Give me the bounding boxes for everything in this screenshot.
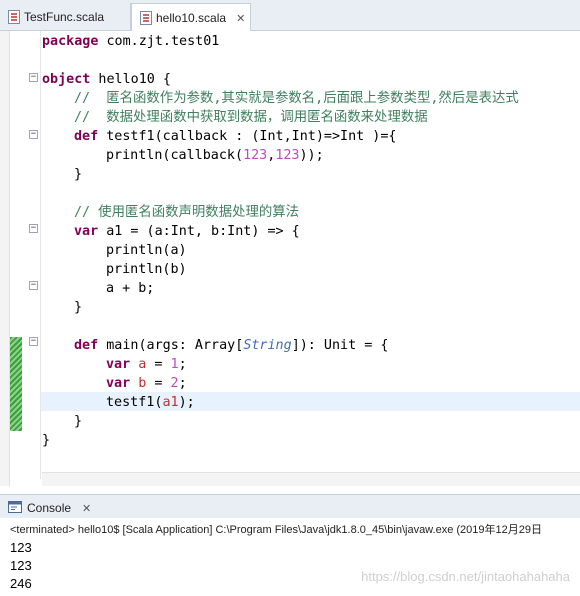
code-line: println(b) [106,262,187,277]
object-name: hello10 { [90,72,171,87]
scala-file-icon [8,10,20,24]
horizontal-scrollbar[interactable] [42,472,580,486]
comment: // 匿名函数作为参数,其实就是参数名,后面跟上参数类型,然后是表达式 [74,91,519,106]
fold-collapse-icon[interactable]: − [29,130,38,139]
code-editor[interactable]: − − − − − package com.zjt.test01 object … [0,31,580,486]
console-line: 123 [10,540,32,555]
code-line: var b = 2; [106,374,187,393]
comment: // 数据处理函数中获取到数据，调用匿名函数来处理数据 [74,110,428,125]
number-literal: 2 [170,376,179,391]
gutter-divider [40,31,41,479]
fold-collapse-icon[interactable]: − [29,73,38,82]
fold-collapse-icon[interactable]: − [29,224,38,233]
keyword: var [74,224,99,239]
fold-collapse-icon[interactable]: − [29,281,38,290]
keyword: def [74,338,99,353]
code-text: testf1(callback : (Int,Int)=>Int )={ [98,129,397,144]
console-icon [8,500,22,516]
code-text: ; [178,376,187,391]
keyword: var [106,376,131,391]
local-variable: a1 [162,395,179,410]
watermark: https://blog.csdn.net/jintaohahahaha [361,569,570,584]
code-text: = [146,357,171,372]
code-line: println(a) [106,243,187,258]
code-line: } [74,300,83,315]
close-icon[interactable]: ✕ [236,12,245,25]
code-line: package com.zjt.test01 [42,32,219,51]
keyword: package [42,34,99,49]
code-line: } [74,414,83,429]
code-line: object hello10 { [42,70,171,89]
code-text: )); [299,148,324,163]
comment: // 使用匿名函数声明数据处理的算法 [74,205,300,220]
code-text: main(args: Array[ [98,338,244,353]
tab-label: hello10.scala [156,11,227,25]
console-line: 246 [10,576,32,591]
console-tab-bar: Console ✕ [0,494,580,518]
keyword: def [74,129,99,144]
number-literal: 123 [275,148,300,163]
console-line: 123 [10,558,32,573]
console-status: <terminated> hello10$ [Scala Application… [10,524,542,536]
keyword: var [106,357,131,372]
code-text: println(callback( [106,148,244,163]
code-text: ; [178,357,187,372]
code-text: ); [178,395,195,410]
tab-hello10[interactable]: hello10.scala ✕ [131,3,251,32]
code-text: ]): Unit = { [291,338,389,353]
tab-label: TestFunc.scala [24,10,105,24]
code-line: } [74,167,83,182]
fold-collapse-icon[interactable]: − [29,337,38,346]
package-name: com.zjt.test01 [98,34,220,49]
code-text: testf1( [106,395,163,410]
code-line: var a1 = (a:Int, b:Int) => { [74,222,300,241]
editor-tab-bar: TestFunc.scala hello10.scala ✕ [0,0,580,32]
overview-ruler [0,31,10,486]
scala-file-icon [140,11,152,25]
code-line: testf1(a1); [106,393,195,412]
code-text: = [146,376,171,391]
code-line: } [42,433,51,448]
code-line: def testf1(callback : (Int,Int)=>Int )={ [74,127,396,146]
code-line: println(callback(123,123)); [106,146,324,165]
number-literal: 123 [243,148,268,163]
change-indicator [10,337,22,431]
close-icon[interactable]: ✕ [82,502,91,515]
type-name: String [243,338,292,353]
code-line: def main(args: Array[String]): Unit = { [74,336,388,355]
keyword: object [42,72,91,87]
tab-console[interactable]: Console ✕ [8,497,91,519]
number-literal: 1 [170,357,179,372]
tab-testfunc[interactable]: TestFunc.scala [0,3,131,31]
code-text: a1 = (a:Int, b:Int) => { [98,224,300,239]
code-line: a + b; [106,281,155,296]
console-output[interactable]: <terminated> hello10$ [Scala Application… [0,518,580,596]
console-tab-label: Console [27,501,72,515]
code-line: var a = 1; [106,355,187,374]
